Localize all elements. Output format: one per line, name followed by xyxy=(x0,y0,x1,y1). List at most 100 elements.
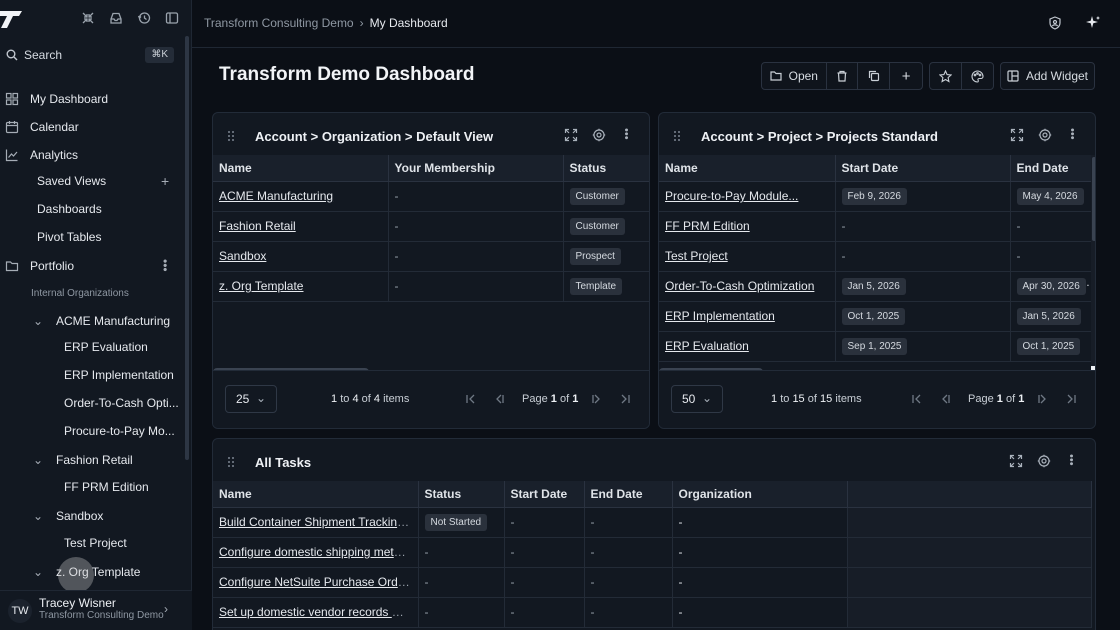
sidebar-item-test-project[interactable]: Test Project xyxy=(0,530,182,556)
column-header[interactable]: Organization xyxy=(672,481,848,508)
table-row: z. Org Template - Template xyxy=(213,271,649,302)
column-header[interactable]: Name xyxy=(213,155,389,182)
start-date-cell: - xyxy=(835,211,1011,242)
chevron-down-icon[interactable]: ⌄ xyxy=(33,453,43,467)
sidebar-item-order-to-cash[interactable]: Order-To-Cash Opti... xyxy=(0,390,182,416)
prev-page-icon[interactable] xyxy=(493,393,505,405)
chevron-down-icon[interactable]: ⌄ xyxy=(33,509,43,523)
chevron-down-icon[interactable]: ⌄ xyxy=(33,314,43,328)
inbox-icon[interactable] xyxy=(107,9,125,27)
sidebar-item-calendar[interactable]: Calendar xyxy=(0,114,182,140)
items-label: items xyxy=(383,393,410,405)
sidebar-item-erp-implementation[interactable]: ERP Implementation xyxy=(0,362,182,388)
copy-icon xyxy=(868,70,879,82)
more-vertical-icon[interactable]: ••• xyxy=(1065,454,1077,466)
page-size-select[interactable]: 25 ⌄ xyxy=(225,385,277,413)
expand-icon[interactable] xyxy=(1009,454,1023,468)
sparkle-icon[interactable] xyxy=(1085,15,1101,31)
org-link[interactable]: z. Org Template xyxy=(219,279,303,293)
add-dashboard-button[interactable]: + xyxy=(890,63,922,89)
breadcrumb-root[interactable]: Transform Consulting Demo xyxy=(204,16,354,30)
total-count: 4 xyxy=(373,393,380,405)
user-profile[interactable]: TW Tracey Wisner Transform Consulting De… xyxy=(0,590,192,630)
column-header[interactable]: End Date xyxy=(1010,155,1092,182)
column-header[interactable]: End Date xyxy=(584,481,673,508)
drag-handle-icon[interactable] xyxy=(673,130,681,142)
sidebar-item-portfolio[interactable]: Portfolio ••• xyxy=(0,253,182,279)
shield-user-icon[interactable] xyxy=(1048,16,1062,30)
sidebar-item-acme[interactable]: ⌄ ACME Manufacturing xyxy=(0,308,182,334)
sidebar-item-sandbox[interactable]: ⌄ Sandbox xyxy=(0,503,182,529)
task-link[interactable]: Build Container Shipment Tracking... xyxy=(219,515,414,529)
org-link[interactable]: ACME Manufacturing xyxy=(219,189,333,203)
next-page-icon[interactable] xyxy=(591,393,603,405)
sidebar-item-dashboards[interactable]: Dashboards xyxy=(0,196,182,222)
gear-icon[interactable] xyxy=(1038,128,1052,142)
sidebar-item-analytics[interactable]: Analytics xyxy=(0,142,182,168)
page-number: 1 xyxy=(996,393,1003,405)
task-link[interactable]: Configure domestic shipping methods... xyxy=(219,545,417,559)
task-link[interactable]: Configure NetSuite Purchase Order (P... xyxy=(219,575,417,589)
drag-handle-icon[interactable] xyxy=(227,130,235,142)
project-link[interactable]: Procure-to-Pay Module... xyxy=(665,189,798,203)
sidebar-item-erp-evaluation[interactable]: ERP Evaluation xyxy=(0,334,182,360)
add-widget-button[interactable]: Add Widget xyxy=(1001,63,1094,89)
favorite-button[interactable] xyxy=(930,63,962,89)
first-page-icon[interactable] xyxy=(465,393,477,405)
org-link[interactable]: Sandbox xyxy=(219,249,266,263)
column-header-empty xyxy=(847,481,1092,508)
sidebar-scrollbar[interactable] xyxy=(185,36,189,460)
next-page-icon[interactable] xyxy=(1037,393,1049,405)
theme-button[interactable] xyxy=(962,63,993,89)
drag-handle-icon[interactable] xyxy=(227,456,235,468)
expand-icon[interactable] xyxy=(564,128,578,142)
gear-icon[interactable] xyxy=(1037,454,1051,468)
chevron-right-icon[interactable]: › xyxy=(164,602,168,616)
sidebar-toggle-icon[interactable] xyxy=(163,9,181,27)
column-header[interactable]: Name xyxy=(659,155,836,182)
expand-icon[interactable] xyxy=(1010,128,1024,142)
column-header[interactable]: Start Date xyxy=(835,155,1011,182)
last-page-icon[interactable] xyxy=(619,393,631,405)
search-icon xyxy=(6,49,18,61)
prev-page-icon[interactable] xyxy=(939,393,951,405)
gear-icon[interactable] xyxy=(592,128,606,142)
first-page-icon[interactable] xyxy=(911,393,923,405)
collapse-icon[interactable] xyxy=(79,9,97,27)
org-link[interactable]: Fashion Retail xyxy=(219,219,296,233)
add-icon[interactable]: + xyxy=(161,173,169,189)
open-button[interactable]: Open xyxy=(762,63,827,89)
more-vertical-icon[interactable]: ••• xyxy=(1066,128,1078,140)
task-link[interactable]: Set up domestic vendor records with... xyxy=(219,605,417,619)
last-page-icon[interactable] xyxy=(1065,393,1077,405)
more-vertical-icon[interactable]: ••• xyxy=(158,259,172,272)
column-header[interactable]: Your Membership xyxy=(388,155,564,182)
project-link[interactable]: ERP Implementation xyxy=(665,309,775,323)
project-link[interactable]: FF PRM Edition xyxy=(665,219,750,233)
chevron-down-icon[interactable]: ⌄ xyxy=(33,565,43,579)
more-vertical-icon[interactable]: ••• xyxy=(620,128,632,140)
delete-button[interactable] xyxy=(827,63,859,89)
to-label: to xyxy=(340,393,350,405)
column-header[interactable]: Status xyxy=(563,155,649,182)
sidebar-item-procure-to-pay[interactable]: Procure-to-Pay Mo... xyxy=(0,418,182,444)
total-count: 15 xyxy=(820,393,833,405)
sidebar-item-ff-prm[interactable]: FF PRM Edition xyxy=(0,474,182,500)
history-icon[interactable] xyxy=(135,9,153,27)
vertical-scrollbar[interactable] xyxy=(1092,157,1095,241)
sidebar-item-saved-views[interactable]: Saved Views + xyxy=(0,168,182,194)
sidebar-item-my-dashboard[interactable]: My Dashboard xyxy=(0,86,182,112)
page-size-select[interactable]: 50 ⌄ xyxy=(671,385,723,413)
search-bar[interactable]: Search ⌘K xyxy=(0,44,180,66)
sidebar-item-pivot-tables[interactable]: Pivot Tables xyxy=(0,224,182,250)
end-date-cell: - xyxy=(584,537,673,568)
column-header[interactable]: Status xyxy=(418,481,505,508)
project-link[interactable]: ERP Evaluation xyxy=(665,339,749,353)
column-header[interactable]: Name xyxy=(213,481,419,508)
column-header[interactable]: Start Date xyxy=(504,481,585,508)
project-link[interactable]: Order-To-Cash Optimization xyxy=(665,279,814,293)
transform-logo-icon[interactable] xyxy=(0,8,26,30)
duplicate-button[interactable] xyxy=(858,63,891,89)
project-link[interactable]: Test Project xyxy=(665,249,728,263)
sidebar-item-fashion-retail[interactable]: ⌄ Fashion Retail xyxy=(0,447,182,473)
